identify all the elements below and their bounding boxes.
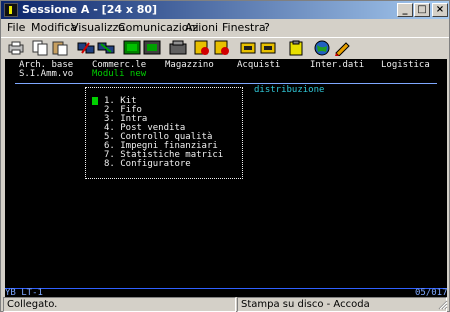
menu-azioni[interactable]: Azioni: [185, 21, 218, 34]
menu-magazzino[interactable]: Magazzino: [165, 61, 214, 70]
header-divider: [15, 83, 437, 84]
submenu-item-configuratore[interactable]: 8. Configuratore: [104, 160, 191, 169]
title-bar[interactable]: Sessione A - [24 x 80] _ □ ×: [1, 1, 449, 19]
play-icon[interactable]: [193, 40, 211, 56]
run-icon[interactable]: [259, 40, 277, 56]
menu-file[interactable]: File: [7, 21, 25, 34]
close-button[interactable]: ×: [432, 3, 448, 17]
resize-grip-icon[interactable]: [437, 299, 448, 310]
monitor-icon[interactable]: [143, 40, 161, 56]
app-icon[interactable]: [4, 3, 18, 17]
menu-inter-dati[interactable]: Inter.dati: [310, 61, 364, 70]
menu-moduli-new[interactable]: Moduli new: [92, 70, 146, 79]
macro-icon[interactable]: [239, 40, 257, 56]
print-icon[interactable]: [7, 40, 25, 56]
minimize-button[interactable]: _: [397, 3, 413, 17]
edit-icon[interactable]: [333, 40, 351, 57]
status-bar: Collegato. Stampa su disco - Accoda: [1, 297, 449, 312]
menu-bar: File Modifica Visualizza Comunicazioni A…: [1, 19, 449, 37]
maximize-button[interactable]: □: [414, 3, 430, 17]
section-title: distribuzione: [254, 85, 325, 95]
terminal-window: Sessione A - [24 x 80] _ □ × File Modifi…: [0, 0, 450, 312]
toolbar: [1, 37, 449, 57]
menu-si-amm[interactable]: S.I.Amm.vo: [19, 70, 73, 79]
paste-icon[interactable]: [51, 40, 69, 56]
send-icon[interactable]: [77, 40, 95, 56]
record-icon[interactable]: [169, 40, 187, 56]
clipboard-icon[interactable]: [287, 40, 305, 56]
copy-icon[interactable]: [31, 40, 49, 56]
oia-divider: [5, 288, 447, 289]
display-icon[interactable]: [123, 40, 141, 56]
print-status: Stampa su disco - Accoda: [237, 297, 447, 312]
menu-acquisti[interactable]: Acquisti: [237, 61, 280, 70]
terminal-screen[interactable]: Arch. base Commerc.le Magazzino Acquisti…: [5, 59, 448, 298]
window-title: Sessione A - [24 x 80]: [22, 3, 158, 16]
menu-help[interactable]: ?: [264, 21, 270, 34]
menu-finestra[interactable]: Finestra: [222, 21, 266, 34]
pause-icon[interactable]: [213, 40, 231, 56]
menu-logistica[interactable]: Logistica: [381, 61, 430, 70]
receive-icon[interactable]: [97, 40, 115, 56]
text-cursor: [92, 97, 98, 105]
connection-status: Collegato.: [3, 297, 236, 312]
globe-icon[interactable]: [313, 40, 331, 56]
